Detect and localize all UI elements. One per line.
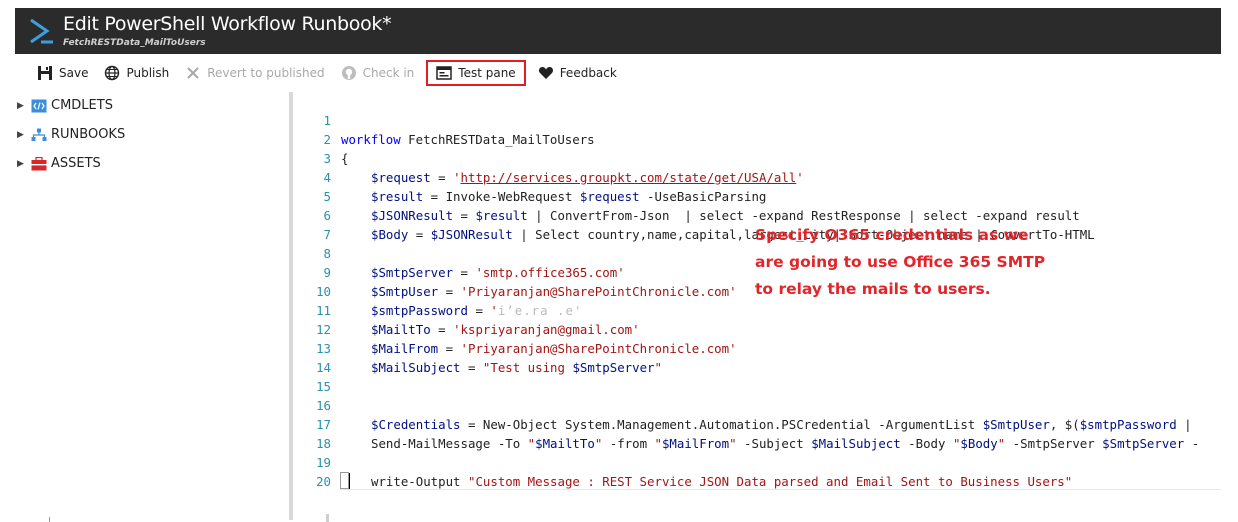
callout-line: are going to use Office 365 SMTP (755, 253, 1046, 271)
pane-divider-mark (49, 517, 50, 522)
expand-caret-icon[interactable]: ▶ (15, 101, 31, 111)
save-label: Save (59, 66, 89, 80)
code-line: 17 Send-MailMessage -To "$MailtTo" -from… (293, 396, 1221, 451)
page-title: Edit PowerShell Workflow Runbook* (63, 13, 392, 35)
cmdlet-icon (31, 99, 47, 112)
expand-caret-icon[interactable]: ▶ (15, 130, 31, 140)
publish-label: Publish (126, 66, 170, 80)
test-pane-label: Test pane (458, 66, 516, 80)
test-pane-button[interactable]: Test pane (426, 60, 526, 86)
line-number: 21 (293, 491, 331, 492)
tree-item-runbooks[interactable]: ▶ RUNBOOKS (15, 127, 125, 142)
tree-item-cmdlets[interactable]: ▶ CMDLETS (15, 98, 113, 113)
check-in-label: Check in (362, 66, 415, 80)
assets-icon (31, 156, 47, 170)
code-line: 12 $MailFrom = 'Priyaranjan@SharePointCh… (293, 301, 1221, 356)
code-line: 18 (293, 415, 1221, 451)
code-line: 6 $Body = $JSONResult | Select country,n… (293, 187, 1221, 242)
callout-line: to relay the mails to users. (755, 280, 991, 298)
callout-line: Specify O365 credentials as we (755, 226, 1029, 244)
bracket-match-highlight (340, 472, 349, 489)
save-icon (38, 66, 52, 80)
close-icon (187, 67, 199, 79)
code-line: 3 $request = 'http://services.groupkt.co… (293, 130, 1221, 185)
code-line: 15 (293, 358, 1221, 394)
runbook-icon (31, 128, 47, 141)
code-line: 19 write-Output "Custom Message : REST S… (293, 434, 1221, 489)
tree-label-runbooks: RUNBOOKS (51, 127, 126, 142)
feedback-label: Feedback (559, 66, 617, 80)
resize-handle[interactable] (326, 514, 329, 522)
code-line: 20 (293, 453, 1221, 489)
code-line: 13 $MailSubject = "Test using $SmtpServe… (293, 320, 1221, 375)
editor-divider (339, 489, 1221, 490)
feedback-button[interactable]: Feedback (530, 60, 625, 86)
powershell-chevron-icon (30, 18, 53, 44)
library-tree: ▶ CMDLETS ▶ RUNBOOKS ▶ ASSETS (15, 92, 290, 512)
callout-annotation: Specify O365 credentials as we are going… (755, 222, 1075, 303)
tree-item-assets[interactable]: ▶ ASSETS (15, 156, 101, 171)
code-line: 1 workflow FetchRESTData_MailToUsers (293, 92, 1221, 147)
code-line: 14 (293, 339, 1221, 375)
runbook-name: FetchRESTData_MailToUsers (63, 38, 206, 48)
code-line: 4 $result = Invoke-WebRequest $request -… (293, 149, 1221, 204)
tree-label-assets: ASSETS (51, 156, 101, 171)
heart-icon (538, 67, 553, 79)
tree-label-cmdlets: CMDLETS (51, 98, 113, 113)
expand-caret-icon[interactable]: ▶ (15, 159, 31, 169)
revert-to-published-button[interactable]: Revert to published (177, 60, 332, 86)
check-in-button[interactable]: Check in (333, 60, 423, 86)
text-cursor (349, 473, 350, 489)
save-button[interactable]: Save (15, 60, 96, 86)
github-icon (341, 66, 356, 80)
globe-icon (105, 65, 120, 81)
test-pane-icon (436, 66, 453, 80)
blade-header: Edit PowerShell Workflow Runbook* FetchR… (15, 8, 1221, 54)
publish-button[interactable]: Publish (96, 60, 177, 86)
code-line: 2 { (293, 111, 1221, 166)
revert-label: Revert to published (207, 66, 325, 80)
code-line: 5 $JSONResult = $result | ConvertFrom-Js… (293, 168, 1221, 223)
code-line: 16 $Credentials = New-Object System.Mana… (293, 377, 1221, 432)
command-bar: Save Publish Revert to published Check i… (15, 58, 1221, 88)
